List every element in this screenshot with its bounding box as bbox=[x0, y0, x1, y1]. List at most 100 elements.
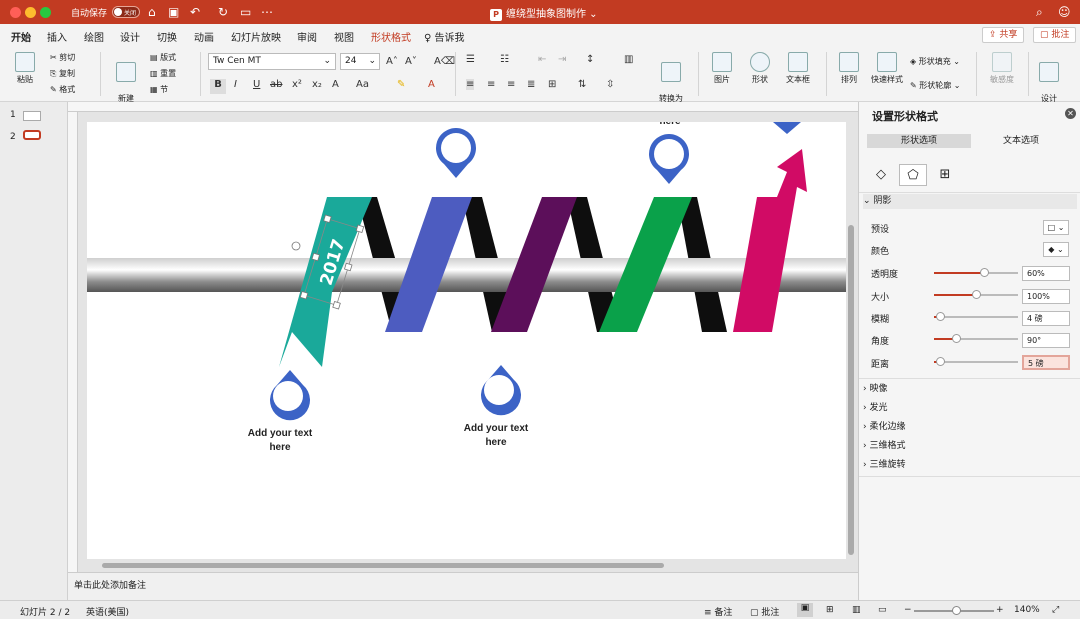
more-icon[interactable]: ⋯ bbox=[261, 5, 273, 19]
text-direction-icon[interactable]: ⇅ bbox=[578, 79, 586, 90]
rotate-handle[interactable] bbox=[291, 241, 301, 251]
account-icon[interactable]: ☺ bbox=[1058, 5, 1071, 19]
underline-icon[interactable]: U bbox=[253, 79, 260, 90]
transparency-input[interactable]: 60% bbox=[1022, 266, 1070, 281]
arrange-button[interactable]: 排列 bbox=[832, 52, 866, 85]
vertical-scrollbar[interactable] bbox=[848, 225, 854, 555]
distribute-icon[interactable]: ⊞ bbox=[548, 79, 556, 90]
superscript-icon[interactable]: x² bbox=[292, 79, 302, 90]
copy-button[interactable]: ⎘ 复制 bbox=[50, 68, 75, 79]
tab-draw[interactable]: 绘图 bbox=[84, 29, 104, 44]
slide-thumbnail-2[interactable] bbox=[23, 130, 41, 140]
subscript-icon[interactable]: x₂ bbox=[312, 79, 322, 90]
blur-input[interactable]: 4 磅 bbox=[1022, 311, 1070, 326]
size-properties-icon[interactable]: ⊞ bbox=[931, 164, 959, 186]
tab-tell-me[interactable]: ♀ 告诉我 bbox=[424, 29, 465, 44]
color-dropdown[interactable]: ◆ ⌄ bbox=[1043, 242, 1069, 257]
shapes-button[interactable]: 形状 bbox=[743, 52, 777, 85]
highlight-icon[interactable]: ✎ bbox=[397, 79, 405, 90]
section-reflection[interactable]: › 映像 bbox=[863, 382, 1077, 397]
present-icon[interactable]: ▭ bbox=[240, 5, 251, 19]
redo-icon[interactable]: ↻ bbox=[218, 5, 228, 19]
shape-fill-button[interactable]: ◈ 形状填充 ⌄ bbox=[910, 56, 960, 67]
distance-slider[interactable] bbox=[934, 357, 1018, 366]
section-3d-format[interactable]: › 三维格式 bbox=[863, 439, 1077, 454]
align-right-icon[interactable]: ≡ bbox=[507, 79, 515, 90]
autosave-toggle[interactable]: 关闭 bbox=[112, 6, 140, 18]
close-icon[interactable]: ✕ bbox=[1065, 108, 1076, 119]
section-soft-edges[interactable]: › 柔化边缘 bbox=[863, 420, 1077, 435]
resize-handle[interactable] bbox=[332, 300, 341, 310]
align-text-icon[interactable]: ⇳ bbox=[606, 79, 614, 90]
zoom-out-icon[interactable]: − bbox=[904, 605, 912, 615]
paste-button[interactable]: 粘贴 bbox=[10, 52, 40, 85]
section-button[interactable]: ▦ 节 bbox=[150, 84, 168, 95]
columns-icon[interactable]: ▥ bbox=[624, 54, 633, 65]
tab-shape-format[interactable]: 形状格式 bbox=[371, 29, 411, 44]
shrink-font-icon[interactable]: A˅ bbox=[405, 56, 417, 67]
shape-outline-button[interactable]: ✎ 形状轮廓 ⌄ bbox=[910, 80, 961, 91]
angle-slider[interactable] bbox=[934, 334, 1018, 343]
decrease-indent-icon[interactable]: ⇤ bbox=[538, 54, 546, 65]
window-close-button[interactable] bbox=[10, 7, 21, 18]
preset-dropdown[interactable]: □ ⌄ bbox=[1043, 220, 1069, 235]
zoom-level[interactable]: 140% bbox=[1014, 605, 1040, 615]
normal-view-icon[interactable]: ▣ bbox=[797, 603, 813, 617]
char-spacing-icon[interactable]: Aa bbox=[356, 79, 369, 90]
cut-button[interactable]: ✂ 剪切 bbox=[50, 52, 75, 63]
slide-thumbnail-1[interactable] bbox=[23, 111, 41, 121]
transparency-slider[interactable] bbox=[934, 268, 1018, 277]
distance-input[interactable]: 5 磅 bbox=[1022, 355, 1070, 370]
text-top[interactable]: here bbox=[640, 122, 700, 127]
slide-canvas[interactable]: 2017 here Add your text here Add your te… bbox=[87, 122, 846, 559]
angle-input[interactable]: 90° bbox=[1022, 333, 1070, 348]
window-maximize-button[interactable] bbox=[40, 7, 51, 18]
bullets-icon[interactable]: ☰ bbox=[466, 54, 475, 65]
quick-styles-button[interactable]: 快速样式 bbox=[868, 52, 906, 85]
home-icon[interactable]: ⌂ bbox=[148, 5, 156, 19]
resize-handle[interactable] bbox=[355, 224, 365, 233]
effects-icon[interactable]: ⬠ bbox=[899, 164, 927, 186]
tab-review[interactable]: 审阅 bbox=[297, 29, 317, 44]
tab-shape-options[interactable]: 形状选项 bbox=[867, 134, 971, 148]
picture-button[interactable]: 图片 bbox=[705, 52, 739, 85]
align-center-icon[interactable]: ≡ bbox=[487, 79, 495, 90]
save-icon[interactable]: ▣ bbox=[168, 5, 179, 19]
size-input[interactable]: 100% bbox=[1022, 289, 1070, 304]
font-name-select[interactable]: Tw Cen MT ⌄ bbox=[208, 53, 336, 70]
undo-icon[interactable]: ↶ bbox=[190, 5, 200, 19]
section-shadow[interactable]: ⌄ 阴影 bbox=[863, 194, 1077, 209]
text-left[interactable]: Add your text here bbox=[239, 427, 321, 455]
tab-transitions[interactable]: 切换 bbox=[157, 29, 177, 44]
notes-toggle[interactable]: ≡ 备注 bbox=[704, 605, 732, 618]
resize-handle[interactable] bbox=[311, 252, 320, 262]
text-middle[interactable]: Add your text here bbox=[455, 422, 537, 450]
horizontal-scrollbar[interactable] bbox=[102, 563, 664, 568]
zoom-slider[interactable] bbox=[914, 606, 994, 615]
align-left-icon[interactable]: ≡ bbox=[466, 79, 475, 90]
bold-icon[interactable]: B bbox=[210, 79, 226, 94]
blur-slider[interactable] bbox=[934, 312, 1018, 321]
tab-animations[interactable]: 动画 bbox=[194, 29, 214, 44]
comments-button[interactable]: ▢ 批注 bbox=[1033, 27, 1077, 43]
resize-handle[interactable] bbox=[344, 262, 353, 272]
resize-handle[interactable] bbox=[323, 214, 332, 224]
section-glow[interactable]: › 发光 bbox=[863, 401, 1077, 416]
language-status[interactable]: 英语(美国) bbox=[86, 605, 129, 618]
window-minimize-button[interactable] bbox=[25, 7, 36, 18]
tab-view[interactable]: 视图 bbox=[334, 29, 354, 44]
zoom-knob[interactable] bbox=[952, 606, 961, 615]
reading-view-icon[interactable]: ▥ bbox=[852, 605, 861, 615]
share-button[interactable]: ⇪ 共享 bbox=[982, 27, 1025, 43]
font-color-icon[interactable]: A bbox=[428, 79, 435, 90]
numbering-icon[interactable]: ☷ bbox=[500, 54, 509, 65]
format-painter-button[interactable]: ✎ 格式 bbox=[50, 84, 75, 95]
fill-line-icon[interactable]: ◇ bbox=[867, 164, 895, 186]
size-slider[interactable] bbox=[934, 290, 1018, 299]
reset-button[interactable]: ▥ 重置 bbox=[150, 68, 176, 79]
fit-to-window-icon[interactable]: ⤢ bbox=[1052, 605, 1059, 615]
tab-design[interactable]: 设计 bbox=[120, 29, 140, 44]
strikethrough-icon[interactable]: ab bbox=[270, 79, 282, 90]
line-spacing-icon[interactable]: ↕ bbox=[586, 54, 594, 65]
text-effects-icon[interactable]: A bbox=[332, 79, 339, 90]
